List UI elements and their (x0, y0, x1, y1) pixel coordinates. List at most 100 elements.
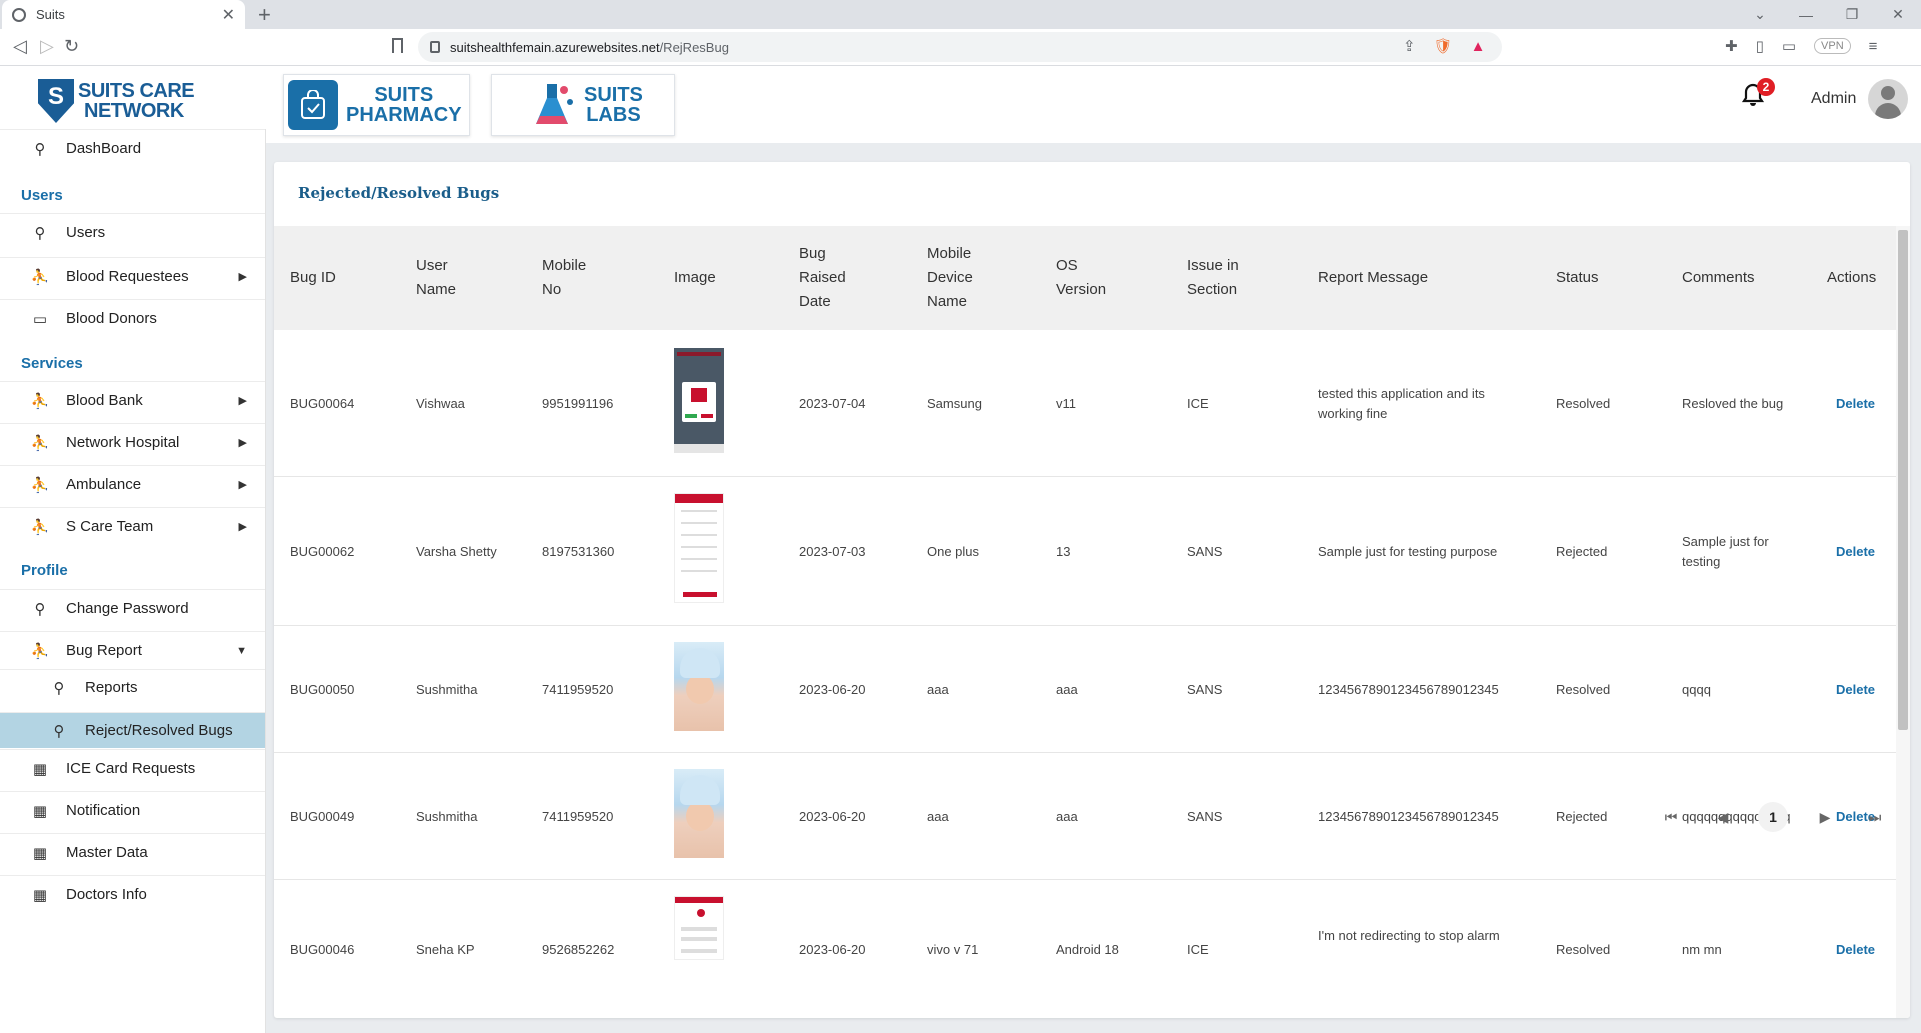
os-cell: Android 18 (1056, 942, 1119, 957)
minimize-icon[interactable]: — (1783, 7, 1829, 23)
bug-screenshot-image[interactable] (674, 493, 724, 603)
sidebar-icon[interactable]: ▯ (1756, 37, 1764, 55)
device-cell: vivo v 71 (927, 942, 979, 957)
header-actions: Actions (1827, 269, 1877, 286)
delete-link[interactable]: Delete (1836, 477, 1875, 626)
person-icon: ⚲ (53, 722, 65, 740)
bug-screenshot-image[interactable] (674, 896, 724, 960)
section-cell: SANS (1187, 681, 1223, 697)
table-scrollbar[interactable] (1896, 226, 1910, 1018)
os-cell: aaa (1056, 681, 1078, 697)
tab-search-icon[interactable]: ⌄ (1737, 6, 1783, 23)
message-cell: Sample just for testing purpose (1318, 543, 1498, 559)
suits-labs-card[interactable]: SUITS LABS (491, 74, 675, 136)
sidebar-item-label: S Care Team (66, 518, 154, 535)
address-bar[interactable]: suitshealthfemain.azurewebsites.net/RejR… (418, 32, 1502, 62)
sidebar-item-label: Network Hospital (66, 434, 180, 451)
sidebar-item-change-password[interactable]: ⚲ Change Password (0, 589, 265, 627)
calendar-icon: ▦ (32, 760, 48, 778)
logo-text-line2: NETWORK (84, 100, 184, 122)
sidebar-item-blood-requestees[interactable]: ⛹ Blood Requestees ▶ (0, 257, 265, 295)
bookmark-icon[interactable] (392, 38, 403, 53)
current-page-button[interactable]: 1 (1758, 802, 1788, 832)
sidebar-item-bug-report[interactable]: ⛹ Bug Report ▼ (0, 631, 265, 669)
header-bug-raised-date: Bug Raised Date (799, 245, 846, 310)
bug-photo-image[interactable] (674, 642, 724, 731)
status-cell: Resolved (1556, 942, 1611, 957)
vpn-button[interactable]: VPN (1814, 38, 1851, 54)
sidebar-item-users[interactable]: ⚲ Users (0, 213, 265, 251)
calendar-icon: ▦ (32, 844, 48, 862)
sidebar-item-notification[interactable]: ▦ Notification (0, 791, 265, 829)
close-tab-icon[interactable]: ✕ (222, 5, 235, 25)
bug-id-cell: BUG00046 (290, 942, 355, 957)
mobile-cell: 7411959520 (542, 681, 614, 697)
sidebar-item-blood-donors[interactable]: ▭ Blood Donors (0, 299, 265, 337)
sidebar-item-ice-card-requests[interactable]: ▦ ICE Card Requests (0, 749, 265, 787)
bug-photo-image[interactable] (674, 769, 724, 858)
pharmacy-line1: SUITS (374, 84, 434, 106)
group-icon: ⛹ (30, 434, 50, 452)
device-cell: aaa (927, 681, 949, 697)
close-window-icon[interactable]: ✕ (1875, 6, 1921, 23)
previous-page-icon[interactable]: ◀ (1714, 805, 1732, 829)
share-icon[interactable]: ⇪ (1403, 37, 1416, 55)
browser-tab[interactable]: Suits ✕ (2, 0, 245, 29)
delete-link[interactable]: Delete (1836, 626, 1875, 753)
suits-pharmacy-card[interactable]: SUITS PHARMACY (283, 74, 470, 136)
header-mobile-no: Mobile No (542, 257, 587, 298)
table-row: BUG00050 Sushmitha 7411959520 2023-06-20… (274, 626, 1896, 753)
extensions-icon[interactable]: ✚ (1725, 37, 1738, 55)
header-bug-id: Bug ID (290, 269, 336, 286)
sidebar-item-network-hospital[interactable]: ⛹ Network Hospital ▶ (0, 423, 265, 461)
delete-link[interactable]: Delete (1836, 330, 1875, 477)
header-issue-in-section: Issue in Section (1187, 257, 1239, 298)
first-page-icon[interactable]: ⏮ (1662, 805, 1680, 829)
group-icon: ⛹ (30, 642, 50, 660)
menu-icon[interactable]: ≡ (1869, 38, 1878, 55)
person-icon: ⚲ (34, 140, 46, 158)
forward-icon[interactable]: ▷ (40, 36, 54, 57)
sidebar-item-ambulance[interactable]: ⛹ Ambulance ▶ (0, 465, 265, 503)
brave-rewards-icon[interactable]: ▲ (1471, 38, 1486, 55)
url-host: suitshealthfemain.azurewebsites.net (450, 39, 660, 55)
reload-icon[interactable]: ↻ (64, 36, 79, 57)
comments-cell: qqqq (1682, 681, 1711, 697)
scrollbar-thumb[interactable] (1898, 230, 1908, 730)
calendar-icon: ▦ (32, 886, 48, 904)
date-cell: 2023-06-20 (799, 808, 866, 824)
table-header: Bug ID User Name Mobile No Image Bug Raised… (274, 226, 1896, 330)
brave-shield-icon[interactable]: 🛡 (1434, 37, 1453, 55)
sidebar-item-doctors-info[interactable]: ▦ Doctors Info (0, 875, 265, 913)
next-page-icon[interactable]: ▶ (1816, 805, 1834, 829)
restore-icon[interactable]: ❐ (1829, 6, 1875, 23)
status-cell: Rejected (1556, 543, 1608, 559)
sidebar-item-blood-bank[interactable]: ⛹ Blood Bank ▶ (0, 381, 265, 419)
bug-screenshot-image[interactable] (674, 348, 724, 453)
shopping-bag-icon (288, 80, 338, 130)
sidebar-item-label: Doctors Info (66, 886, 147, 903)
person-icon: ⚲ (34, 224, 46, 242)
new-tab-icon[interactable]: + (258, 2, 271, 28)
section-cell: SANS (1187, 543, 1223, 559)
sidebar-item-dashboard[interactable]: ⚲ DashBoard (0, 129, 265, 167)
suits-care-logo[interactable]: S SUITS CARE NETWORK (38, 77, 198, 125)
sidebar-item-reject-resolved-bugs[interactable]: ⚲ Reject/Resolved Bugs (0, 712, 265, 748)
header-status: Status (1556, 269, 1599, 286)
sidebar-item-s-care-team[interactable]: ⛹ S Care Team ▶ (0, 507, 265, 545)
sidebar-item-label: Users (66, 224, 106, 241)
wallet-icon[interactable]: ▭ (1782, 37, 1796, 55)
back-icon[interactable]: ◁ (13, 36, 27, 57)
delete-link[interactable]: Delete (1836, 940, 1875, 960)
flask-icon (528, 80, 578, 130)
user-name[interactable]: Admin (1811, 90, 1856, 108)
sidebar-item-reports[interactable]: ⚲ Reports (0, 669, 265, 705)
last-page-icon[interactable]: ⏭ (1866, 805, 1884, 829)
sidebar-item-master-data[interactable]: ▦ Master Data (0, 833, 265, 871)
avatar[interactable] (1868, 79, 1908, 119)
section-cell: ICE (1187, 942, 1209, 957)
browser-toolbar: ◁ ▷ ↻ suitshealthfemain.azurewebsites.ne… (0, 29, 1921, 66)
chevron-down-icon: ▼ (236, 644, 247, 657)
os-cell: aaa (1056, 808, 1078, 824)
user-name-cell: Vishwaa (416, 395, 465, 411)
